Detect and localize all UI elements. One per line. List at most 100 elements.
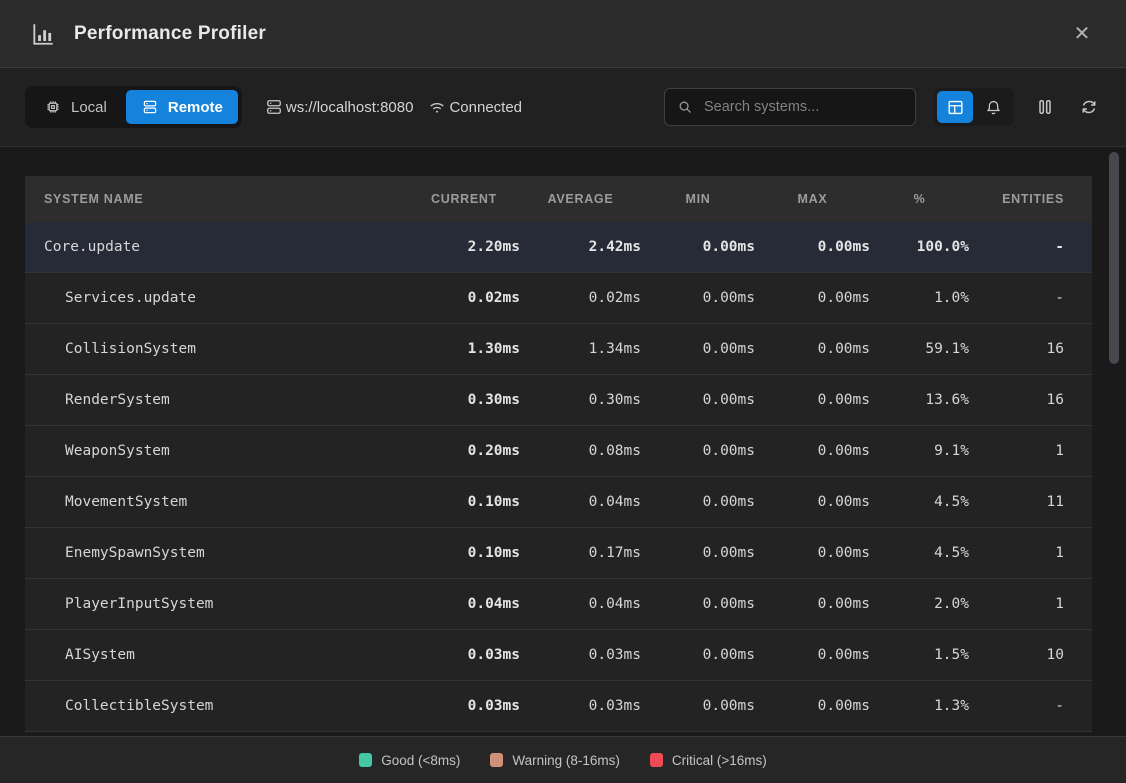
entities-cell: 11 <box>969 494 1064 510</box>
min-cell: 0.00ms <box>641 392 755 408</box>
max-cell: 0.00ms <box>755 392 870 408</box>
bell-icon <box>984 98 1003 117</box>
legend-label: Warning (8-16ms) <box>512 753 620 768</box>
current-cell: 0.04ms <box>408 596 520 612</box>
max-cell: 0.00ms <box>755 443 870 459</box>
local-tab-button[interactable]: Local <box>29 90 122 124</box>
table-row[interactable]: Core.update 2.20ms 2.42ms 0.00ms 0.00ms … <box>25 222 1092 273</box>
percent-cell: 9.1% <box>870 443 969 459</box>
connection-info: ws://localhost:8080 Connected <box>264 97 522 117</box>
close-button[interactable]: ✕ <box>1066 18 1098 50</box>
pause-button[interactable] <box>1032 94 1058 120</box>
websocket-url: ws://localhost:8080 <box>286 99 414 116</box>
average-cell: 0.30ms <box>520 392 641 408</box>
connection-status: Connected <box>449 99 522 116</box>
system-name-cell: MovementSystem <box>44 494 408 510</box>
refresh-button[interactable] <box>1076 94 1102 120</box>
max-cell: 0.00ms <box>755 341 870 357</box>
entities-cell: 16 <box>969 341 1064 357</box>
table-row[interactable]: RenderSystem 0.30ms 0.30ms 0.00ms 0.00ms… <box>25 375 1092 426</box>
system-name-cell: WeaponSystem <box>44 443 408 459</box>
max-cell: 0.00ms <box>755 290 870 306</box>
max-cell: 0.00ms <box>755 239 870 255</box>
local-tab-label: Local <box>71 99 107 116</box>
alerts-button[interactable] <box>975 91 1011 123</box>
system-name-cell: PlayerInputSystem <box>44 596 408 612</box>
min-cell: 0.00ms <box>641 290 755 306</box>
percent-cell: 13.6% <box>870 392 969 408</box>
server-icon <box>141 98 159 116</box>
system-name-cell: AISystem <box>44 647 408 663</box>
current-cell: 2.20ms <box>408 239 520 255</box>
average-cell: 0.03ms <box>520 647 641 663</box>
table-row[interactable]: CollisionSystem 1.30ms 1.34ms 0.00ms 0.0… <box>25 324 1092 375</box>
toolbar: Local Remote ws://localhost:8080 <box>0 68 1126 147</box>
column-header-system-name[interactable]: SYSTEM NAME <box>44 192 408 206</box>
legend-label: Good (<8ms) <box>381 753 460 768</box>
max-cell: 0.00ms <box>755 545 870 561</box>
cpu-icon <box>44 98 62 116</box>
column-header-percent[interactable]: % <box>870 192 969 206</box>
view-toggle-group <box>934 88 1014 126</box>
table-row[interactable]: EnemySpawnSystem 0.10ms 0.17ms 0.00ms 0.… <box>25 528 1092 579</box>
column-header-max[interactable]: MAX <box>755 192 870 206</box>
legend-color-swatch <box>490 753 503 767</box>
table-body: Core.update 2.20ms 2.42ms 0.00ms 0.00ms … <box>25 222 1092 732</box>
table-view-button[interactable] <box>937 91 973 123</box>
legend-color-swatch <box>359 753 372 767</box>
column-header-average[interactable]: AVERAGE <box>520 192 641 206</box>
current-cell: 0.20ms <box>408 443 520 459</box>
search-box <box>664 88 916 126</box>
table-row[interactable]: PlayerInputSystem 0.04ms 0.04ms 0.00ms 0… <box>25 579 1092 630</box>
min-cell: 0.00ms <box>641 647 755 663</box>
titlebar: Performance Profiler ✕ <box>0 0 1126 68</box>
search-input[interactable] <box>704 99 903 115</box>
table-row[interactable]: MovementSystem 0.10ms 0.04ms 0.00ms 0.00… <box>25 477 1092 528</box>
entities-cell: 1 <box>969 545 1064 561</box>
table-row[interactable]: AISystem 0.03ms 0.03ms 0.00ms 0.00ms 1.5… <box>25 630 1092 681</box>
percent-cell: 1.0% <box>870 290 969 306</box>
remote-tab-button[interactable]: Remote <box>126 90 238 124</box>
legend-item: Good (<8ms) <box>359 753 460 768</box>
entities-cell: - <box>969 290 1064 306</box>
percent-cell: 2.0% <box>870 596 969 612</box>
table-view-icon <box>946 98 965 117</box>
column-header-current[interactable]: CURRENT <box>408 192 520 206</box>
page-title: Performance Profiler <box>74 23 266 45</box>
current-cell: 0.10ms <box>408 494 520 510</box>
column-header-min[interactable]: MIN <box>641 192 755 206</box>
table-row[interactable]: Services.update 0.02ms 0.02ms 0.00ms 0.0… <box>25 273 1092 324</box>
min-cell: 0.00ms <box>641 698 755 714</box>
min-cell: 0.00ms <box>641 443 755 459</box>
average-cell: 2.42ms <box>520 239 641 255</box>
table-header: SYSTEM NAME CURRENT AVERAGE MIN MAX % EN… <box>25 176 1092 222</box>
remote-tab-label: Remote <box>168 99 223 116</box>
max-cell: 0.00ms <box>755 647 870 663</box>
average-cell: 0.08ms <box>520 443 641 459</box>
wifi-icon <box>427 97 447 117</box>
max-cell: 0.00ms <box>755 698 870 714</box>
average-cell: 0.02ms <box>520 290 641 306</box>
refresh-icon <box>1079 97 1099 117</box>
column-header-entities[interactable]: ENTITIES <box>969 192 1064 206</box>
percent-cell: 1.3% <box>870 698 969 714</box>
max-cell: 0.00ms <box>755 596 870 612</box>
table-area: SYSTEM NAME CURRENT AVERAGE MIN MAX % EN… <box>0 147 1126 736</box>
table-row[interactable]: CollectibleSystem 0.03ms 0.03ms 0.00ms 0… <box>25 681 1092 732</box>
system-name-cell: RenderSystem <box>44 392 408 408</box>
min-cell: 0.00ms <box>641 545 755 561</box>
legend-footer: Good (<8ms) Warning (8-16ms) Critical (>… <box>0 736 1126 783</box>
entities-cell: - <box>969 239 1064 255</box>
entities-cell: 1 <box>969 596 1064 612</box>
vertical-scrollbar-thumb[interactable] <box>1109 152 1119 364</box>
system-name-cell: EnemySpawnSystem <box>44 545 408 561</box>
legend-label: Critical (>16ms) <box>672 753 767 768</box>
average-cell: 0.04ms <box>520 596 641 612</box>
percent-cell: 4.5% <box>870 494 969 510</box>
entities-cell: - <box>969 698 1064 714</box>
legend-item: Critical (>16ms) <box>650 753 767 768</box>
percent-cell: 59.1% <box>870 341 969 357</box>
table-row[interactable]: WeaponSystem 0.20ms 0.08ms 0.00ms 0.00ms… <box>25 426 1092 477</box>
bar-chart-icon <box>30 21 56 47</box>
average-cell: 0.17ms <box>520 545 641 561</box>
